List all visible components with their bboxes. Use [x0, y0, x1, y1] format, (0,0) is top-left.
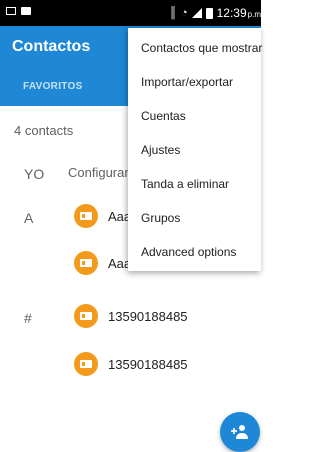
vibrate-icon: ║	[169, 6, 177, 19]
menu-item-label: Grupos	[141, 211, 181, 225]
avatar	[74, 304, 98, 328]
section-letter: YO	[24, 166, 45, 182]
status-left-icons	[6, 7, 31, 15]
contact-card-icon	[80, 259, 92, 267]
contact-name: 13590188485	[108, 309, 188, 324]
clock: 12:39p.m	[216, 6, 261, 20]
menu-item-accounts[interactable]: Cuentas	[128, 98, 261, 132]
menu-item-settings[interactable]: Ajustes	[128, 132, 261, 166]
section-letter: #	[24, 310, 32, 326]
battery-icon	[205, 7, 213, 19]
menu-item-label: Ajustes	[141, 143, 181, 157]
signal-icon	[191, 8, 202, 18]
section-letter: A	[24, 210, 34, 226]
avatar	[74, 204, 98, 228]
menu-item-label: Advanced options	[141, 245, 237, 259]
contact-name: 13590188485	[108, 357, 188, 372]
menu-item-label: Cuentas	[141, 109, 186, 123]
menu-item-groups[interactable]: Grupos	[128, 200, 261, 234]
add-person-icon	[231, 425, 248, 439]
menu-item-label: Tanda a eliminar	[141, 177, 230, 191]
profile-setup-label: Configurar	[68, 165, 129, 180]
tab-favoritos[interactable]: FAVORITOS	[23, 81, 83, 92]
menu-item-contacts-to-display[interactable]: Contactos que mostrar	[128, 30, 263, 64]
contact-card-icon	[80, 212, 92, 220]
contact-card-icon	[80, 312, 92, 320]
status-bar: ║ ◔ 12:39p.m	[0, 0, 261, 26]
app-title: Contactos	[12, 38, 91, 55]
menu-item-label: Contactos que mostrar	[141, 41, 263, 55]
avatar	[74, 352, 98, 376]
briefcase-icon	[21, 7, 31, 15]
add-contact-button[interactable]	[220, 412, 260, 452]
contact-card-icon	[80, 360, 92, 368]
status-right-icons: ║ ◔ 12:39p.m	[169, 0, 261, 26]
contact-row[interactable]: # 13590188485	[0, 298, 261, 338]
menu-item-import-export[interactable]: Importar/exportar	[128, 64, 261, 98]
wifi-icon: ◔	[180, 6, 188, 19]
avatar	[74, 251, 98, 275]
contact-row[interactable]: 13590188485	[0, 346, 261, 386]
contact-count: 4 contacts	[14, 123, 74, 138]
overflow-menu: Contactos que mostrar Importar/exportar …	[128, 28, 263, 271]
menu-item-batch-delete[interactable]: Tanda a eliminar	[128, 166, 261, 200]
menu-item-advanced-options[interactable]: Advanced options	[128, 234, 261, 268]
menu-item-label: Importar/exportar	[141, 75, 234, 89]
screenshot-icon	[6, 7, 16, 15]
